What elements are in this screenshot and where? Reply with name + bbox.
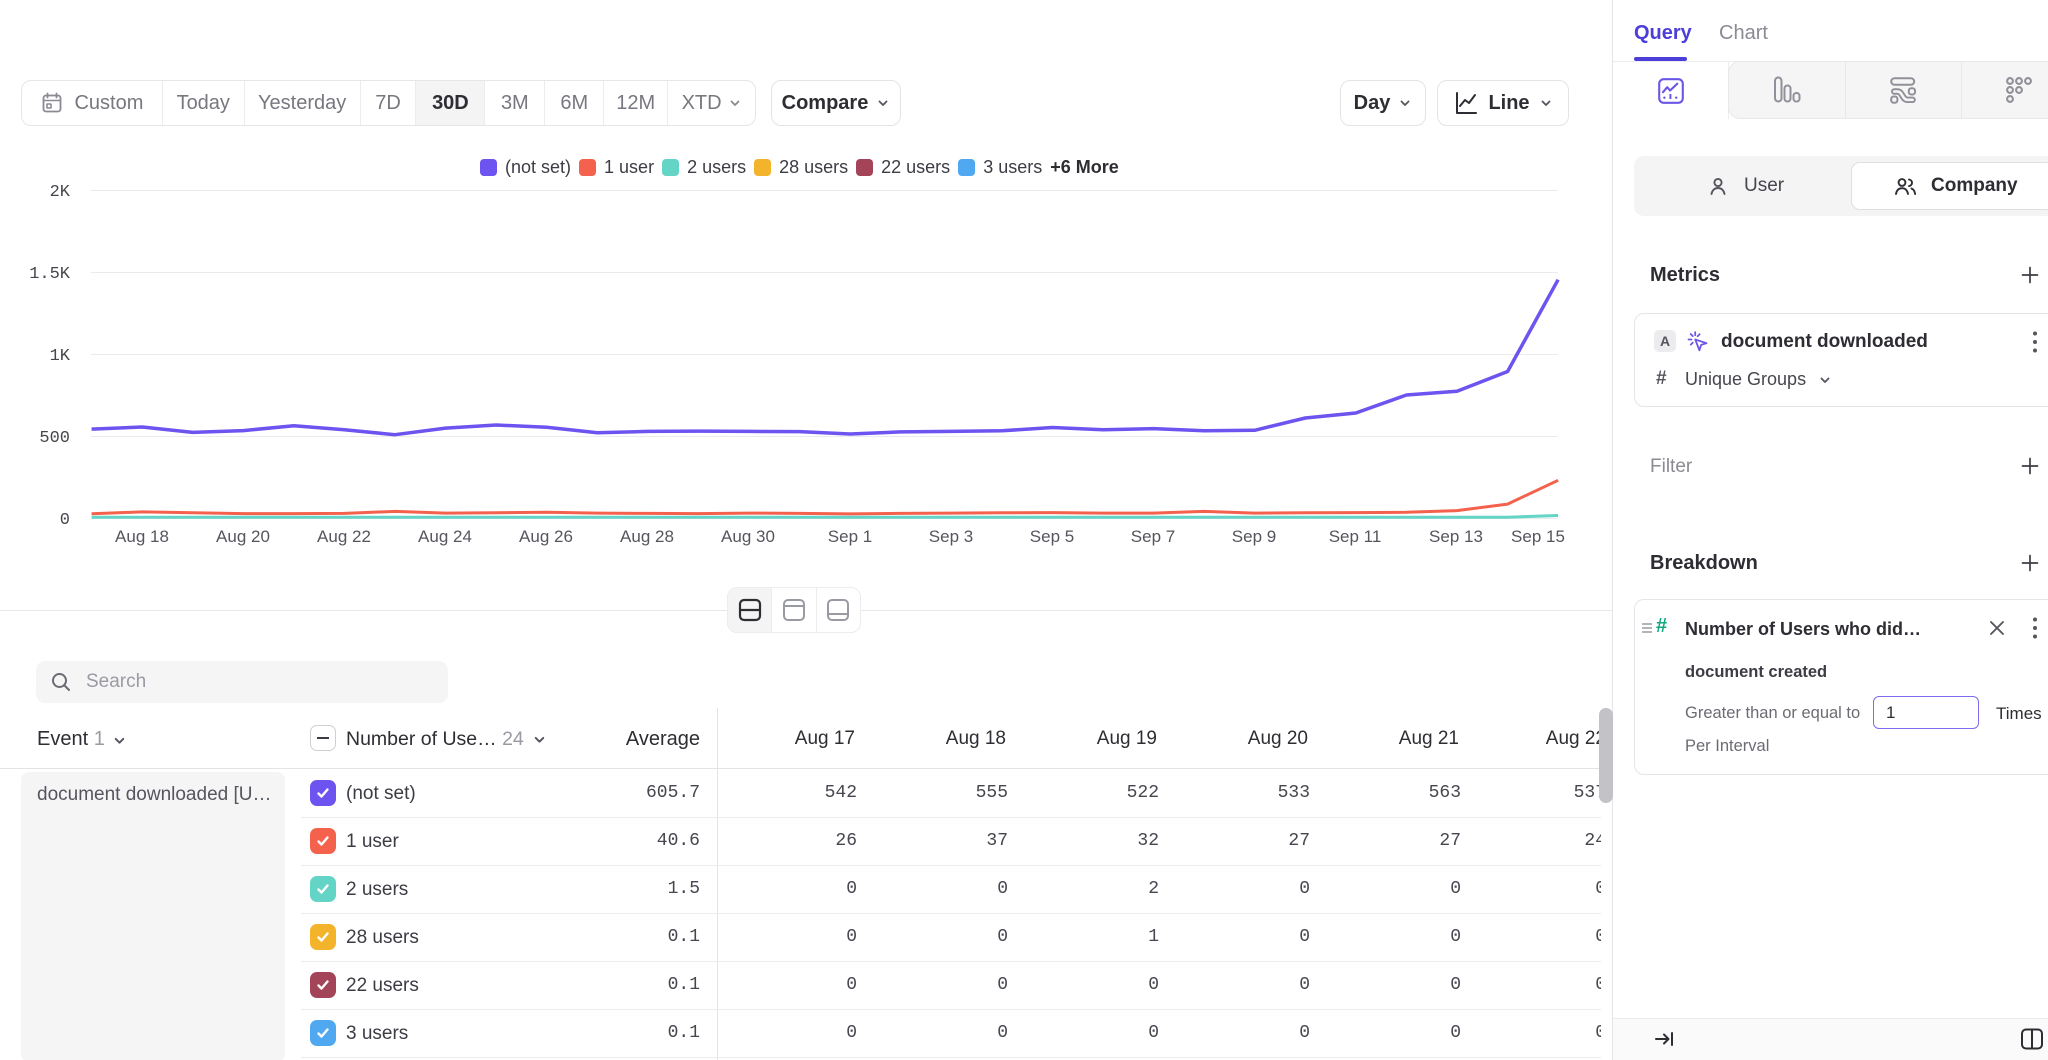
svg-text:Sep 15: Sep 15 (1511, 527, 1565, 546)
svg-text:1.5K: 1.5K (29, 265, 71, 284)
svg-text:Aug 22: Aug 22 (317, 527, 371, 546)
svg-text:Sep 7: Sep 7 (1131, 527, 1175, 546)
svg-text:Aug 18: Aug 18 (115, 527, 169, 546)
svg-text:2K: 2K (50, 183, 71, 202)
svg-text:Sep 9: Sep 9 (1232, 527, 1276, 546)
svg-text:Aug 20: Aug 20 (216, 527, 270, 546)
svg-text:1K: 1K (50, 347, 71, 366)
svg-text:500: 500 (39, 429, 70, 448)
svg-text:Aug 24: Aug 24 (418, 527, 472, 546)
svg-text:Sep 1: Sep 1 (828, 527, 872, 546)
svg-text:Sep 5: Sep 5 (1030, 527, 1074, 546)
svg-text:Sep 11: Sep 11 (1329, 527, 1382, 546)
svg-text:Sep 3: Sep 3 (929, 527, 973, 546)
svg-text:Sep 13: Sep 13 (1429, 527, 1483, 546)
svg-text:Aug 28: Aug 28 (620, 527, 674, 546)
svg-text:0: 0 (60, 511, 70, 530)
svg-text:Aug 30: Aug 30 (721, 527, 775, 546)
svg-text:Aug 26: Aug 26 (519, 527, 573, 546)
